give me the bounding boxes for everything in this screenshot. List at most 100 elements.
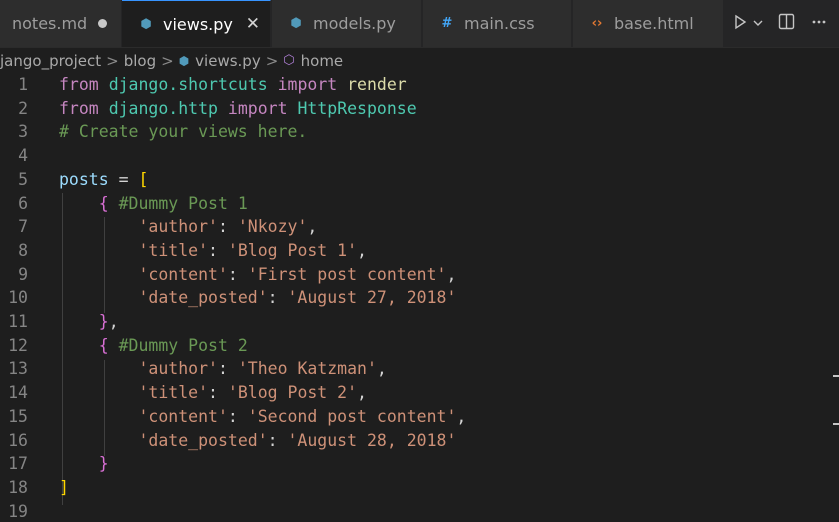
code-text[interactable]: from django.shortcuts import render: [59, 73, 407, 97]
code-line[interactable]: 14 'title': 'Blog Post 2',: [0, 381, 839, 405]
code-text[interactable]: { #Dummy Post 1: [59, 192, 248, 216]
code-token: :: [217, 359, 238, 379]
line-number: 9: [18, 264, 28, 284]
code-text[interactable]: 'date_posted': 'August 28, 2018': [59, 429, 456, 453]
code-token: 'author': [138, 217, 218, 237]
code-editor[interactable]: 1 from django.shortcuts import render 2 fro…: [0, 73, 839, 522]
code-line[interactable]: 8 'title': 'Blog Post 1',: [0, 239, 839, 263]
code-token: ,: [456, 406, 467, 426]
code-text[interactable]: }: [59, 452, 109, 476]
code-token: 'Blog Post 1': [227, 240, 358, 260]
code-token: import: [227, 98, 288, 118]
code-line[interactable]: 18]: [0, 476, 839, 500]
breadcrumb-folder-project[interactable]: jango_project: [0, 52, 101, 70]
code-text[interactable]: 'content': 'First post content',: [59, 263, 456, 287]
code-token: ]: [59, 477, 69, 497]
code-line[interactable]: 13 'author': 'Theo Katzman',: [0, 357, 839, 381]
line-number: 4: [18, 146, 28, 166]
tab-label: base.html: [614, 14, 694, 33]
code-token: }: [98, 454, 109, 474]
tab-actions: [724, 0, 839, 47]
code-token: [: [138, 169, 149, 189]
python-icon: ⬢: [178, 53, 190, 68]
code-text[interactable]: 'date_posted': 'August 27, 2018': [59, 286, 456, 310]
code-token: :: [208, 240, 228, 260]
code-text[interactable]: # Create your views here.: [59, 120, 307, 144]
tab-models-py[interactable]: ⬢ models.py: [272, 0, 422, 47]
code-text[interactable]: from django.http import HttpResponse: [59, 97, 417, 121]
breadcrumb-file-views-py[interactable]: views.py: [195, 52, 261, 70]
code-text[interactable]: 'author': 'Theo Katzman',: [59, 357, 386, 381]
code-line[interactable]: 10 'date_posted': 'August 27, 2018': [0, 286, 839, 310]
code-token: #Dummy Post 1: [118, 193, 248, 213]
line-number: 18: [8, 477, 28, 497]
code-line[interactable]: 11 },: [0, 310, 839, 334]
line-number: 13: [8, 359, 28, 379]
chevron-down-icon[interactable]: [752, 14, 764, 33]
split-editor-icon[interactable]: [778, 13, 795, 34]
code-line[interactable]: 17 }: [0, 452, 839, 476]
tab-label: views.py: [163, 14, 233, 34]
close-icon[interactable]: ✕: [246, 14, 260, 34]
code-token: 'Blog Post 2': [227, 383, 358, 403]
code-token: ,: [108, 312, 119, 331]
tab-main-css[interactable]: # main.css: [423, 0, 572, 47]
code-line[interactable]: 16 'date_posted': 'August 28, 2018': [0, 429, 839, 453]
code-text[interactable]: 'author': 'Nkozy',: [59, 215, 317, 239]
code-token: ,: [307, 217, 318, 237]
code-line[interactable]: 6 { #Dummy Post 1: [0, 192, 839, 216]
code-line[interactable]: 1 from django.shortcuts import render: [0, 73, 839, 97]
code-line[interactable]: 5 posts = [: [0, 168, 839, 192]
line-number: 14: [8, 383, 28, 403]
code-text[interactable]: },: [59, 310, 119, 334]
code-line[interactable]: 15 'content': 'Second post content',: [0, 405, 839, 429]
code-line[interactable]: 2 from django.http import HttpResponse: [0, 97, 839, 121]
code-line[interactable]: 19: [0, 500, 839, 522]
tab-views-py[interactable]: ⬢ views.py ✕: [122, 0, 271, 47]
code-text[interactable]: ]: [59, 476, 69, 500]
more-actions-icon[interactable]: [811, 14, 827, 34]
code-token: posts: [59, 169, 109, 189]
code-text[interactable]: posts = [: [59, 168, 148, 192]
breadcrumb-symbol-home[interactable]: home: [301, 52, 344, 70]
code-token: from: [59, 98, 99, 118]
unsaved-dot-icon[interactable]: [98, 19, 107, 28]
code-token: 'title': [138, 383, 209, 403]
line-number: 1: [18, 75, 28, 94]
tab-label: main.css: [464, 14, 535, 33]
tab-label: models.py: [313, 14, 396, 33]
code-line[interactable]: 3 # Create your views here.: [0, 120, 839, 144]
run-play-icon[interactable]: [732, 14, 748, 34]
line-number: 16: [8, 430, 28, 450]
code-text[interactable]: 'content': 'Second post content',: [59, 405, 466, 429]
code-line[interactable]: 7 'author': 'Nkozy',: [0, 215, 839, 239]
code-line[interactable]: 4: [0, 144, 839, 168]
code-token: #Dummy Post 2: [118, 335, 248, 355]
chevron-right-icon: >: [265, 51, 279, 70]
line-number: 19: [8, 501, 28, 521]
code-token: 'Nkozy': [237, 217, 308, 237]
code-token: 'First post content': [247, 264, 447, 284]
code-line[interactable]: 9 'content': 'First post content',: [0, 263, 839, 287]
breadcrumb-folder-blog[interactable]: blog: [124, 52, 156, 70]
tab-notes-md[interactable]: notes.md: [0, 0, 122, 47]
code-text[interactable]: 'title': 'Blog Post 1',: [59, 239, 367, 263]
code-token: ,: [446, 264, 457, 284]
code-text[interactable]: 'title': 'Blog Post 2',: [59, 381, 367, 405]
code-line[interactable]: 12 { #Dummy Post 2: [0, 334, 839, 358]
tab-base-html[interactable]: ‹› base.html: [573, 0, 724, 47]
line-number: 17: [8, 454, 28, 474]
code-text[interactable]: { #Dummy Post 2: [59, 334, 248, 358]
